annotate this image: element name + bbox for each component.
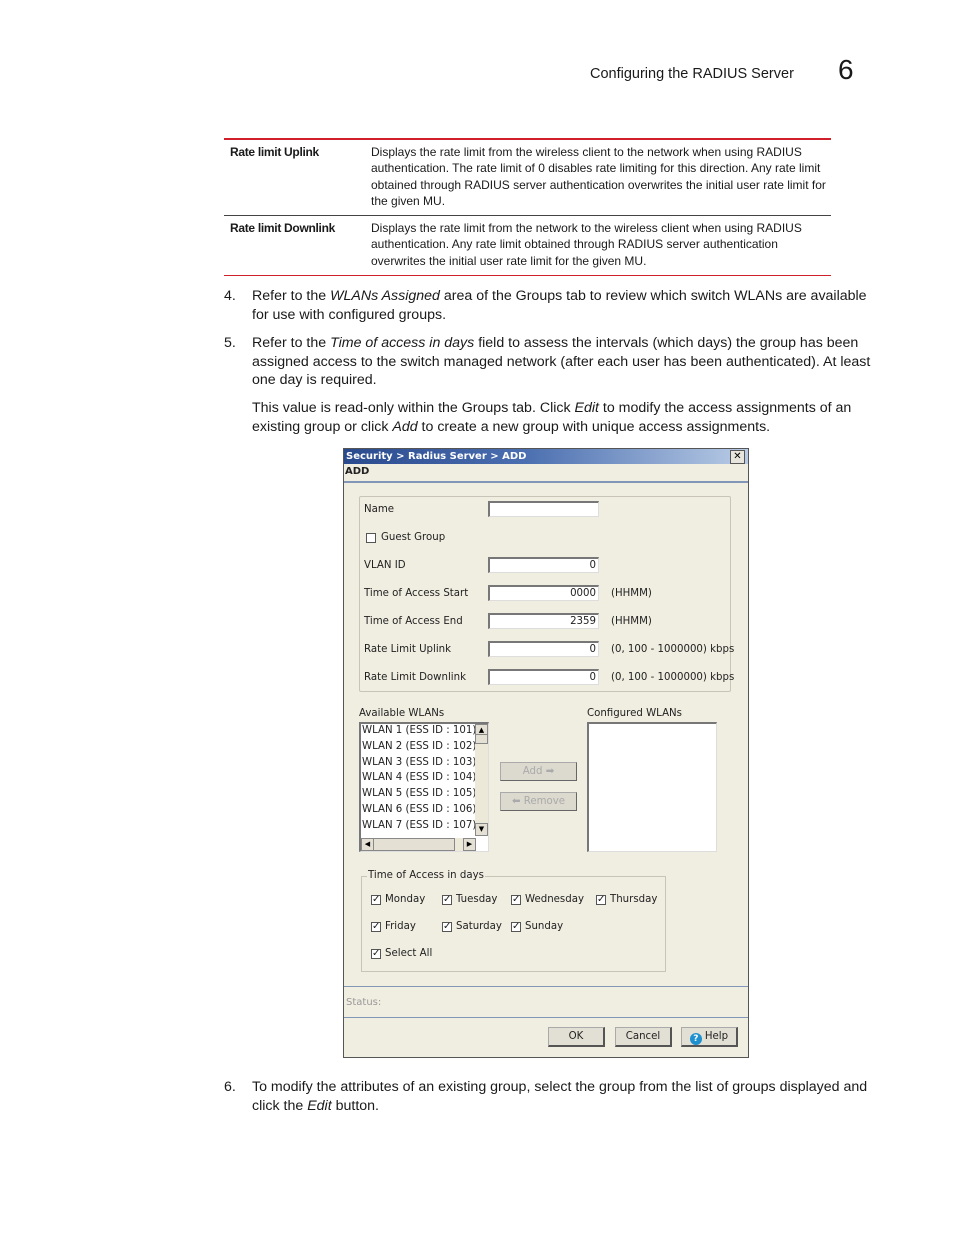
list-item[interactable]: WLAN 1 (ESS ID : 101) [362,725,476,736]
configured-wlans-label: Configured WLANs [587,708,682,719]
divider [344,986,748,987]
divider [344,481,748,483]
time-end-hint: (HHMM) [611,616,652,627]
status-label: Status: [346,997,382,1008]
definition-table: Rate limit Uplink Displays the rate limi… [224,138,831,277]
help-label: Help [704,1031,729,1042]
list-item[interactable]: WLAN 2 (ESS ID : 102) [362,741,476,752]
close-icon[interactable]: ✕ [730,450,745,464]
step-text: Refer to the WLANs Assigned area of the … [252,287,874,324]
vlan-id-label: VLAN ID [364,560,406,571]
scroll-thumb[interactable] [475,734,488,744]
wednesday-checkbox[interactable]: ✓ [511,895,521,905]
emphasis: Add [392,418,418,435]
text-run: Refer to the [252,288,331,304]
step-number: 4. [224,288,236,304]
emphasis: Edit [307,1097,332,1114]
rate-uplink-label: Rate Limit Uplink [364,644,452,655]
vlan-id-input[interactable]: 0 [488,557,599,573]
select-all-checkbox[interactable]: ✓ [371,949,381,959]
step-5-note: This value is read-only within the Group… [252,399,877,436]
dialog-title-bar: Security > Radius Server > ADD ✕ [344,449,748,464]
time-start-label: Time of Access Start [364,588,469,599]
vertical-scrollbar[interactable]: ▲ ▼ [475,724,488,836]
monday-label: Monday [385,894,426,905]
available-wlans-label: Available WLANs [359,708,445,719]
time-end-label: Time of Access End [364,616,463,627]
divider [344,1017,748,1018]
days-legend: Time of Access in days [367,870,485,881]
rate-uplink-hint: (0, 100 - 1000000) kbps [611,644,735,655]
dialog-title: Security > Radius Server > ADD [346,451,527,462]
scroll-thumb[interactable] [373,838,455,851]
tuesday-checkbox[interactable]: ✓ [442,895,452,905]
add-group-dialog: Security > Radius Server > ADD ✕ ADD Nam… [343,448,749,1058]
table-term: Rate limit Uplink [230,145,319,159]
section-title: Configuring the RADIUS Server [590,66,794,82]
text-run: Refer to the [252,335,331,351]
text-run: This value is read-only within the Group… [252,400,575,416]
help-button[interactable]: ? Help [681,1027,738,1047]
table-term: Rate limit Downlink [230,221,335,236]
available-wlans-list[interactable]: WLAN 1 (ESS ID : 101) WLAN 2 (ESS ID : 1… [359,722,489,852]
step-number: 6. [224,1079,236,1095]
sunday-label: Sunday [525,921,564,932]
list-item[interactable]: WLAN 3 (ESS ID : 103) [362,757,476,768]
wednesday-label: Wednesday [525,894,584,905]
thursday-label: Thursday [610,894,658,905]
friday-label: Friday [385,921,416,932]
step-text: Refer to the Time of access in days fiel… [252,334,874,390]
chapter-number: 6 [838,54,854,85]
rate-downlink-hint: (0, 100 - 1000000) kbps [611,672,735,683]
step-text: To modify the attributes of an existing … [252,1078,874,1115]
dialog-subtitle: ADD [345,466,370,477]
name-input[interactable] [488,501,599,517]
saturday-checkbox[interactable]: ✓ [442,922,452,932]
rate-uplink-input[interactable]: 0 [488,641,599,657]
text-run: to create a new group with unique access… [417,418,771,435]
emphasis: WLANs Assigned [330,288,440,304]
emphasis: Edit [574,400,599,416]
horizontal-scrollbar[interactable]: ◀ ▶ [361,838,476,851]
list-item[interactable]: WLAN 5 (ESS ID : 105) [362,788,476,799]
text-run: button. [331,1097,379,1114]
remove-wlan-button[interactable]: ⬅ Remove [500,792,577,811]
ok-button[interactable]: OK [548,1027,605,1047]
scroll-right-icon[interactable]: ▶ [463,838,476,851]
add-wlan-button[interactable]: Add ➡ [500,762,577,781]
step-5: 5. Refer to the Time of access in days f… [224,334,874,390]
scroll-down-icon[interactable]: ▼ [475,823,488,836]
thursday-checkbox[interactable]: ✓ [596,895,606,905]
tuesday-label: Tuesday [456,894,498,905]
rate-downlink-label: Rate Limit Downlink [364,672,466,683]
table-row: Rate limit Uplink Displays the rate limi… [224,140,831,215]
monday-checkbox[interactable]: ✓ [371,895,381,905]
time-end-input[interactable]: 2359 [488,613,599,629]
step-6: 6. To modify the attributes of an existi… [224,1078,874,1115]
list-item[interactable]: WLAN 6 (ESS ID : 106) [362,804,476,815]
time-start-input[interactable]: 0000 [488,585,599,601]
time-start-hint: (HHMM) [611,588,652,599]
guest-group-label: Guest Group [381,532,446,543]
select-all-label: Select All [385,948,433,959]
emphasis: Time of access in days [330,335,475,351]
guest-group-checkbox[interactable] [366,533,376,543]
rate-downlink-input[interactable]: 0 [488,669,599,685]
list-item[interactable]: WLAN 4 (ESS ID : 104) [362,772,476,783]
table-description: Displays the rate limit from the network… [371,221,802,268]
configured-wlans-list[interactable] [587,722,717,852]
step-number: 5. [224,335,236,351]
friday-checkbox[interactable]: ✓ [371,922,381,932]
cancel-button[interactable]: Cancel [615,1027,672,1047]
name-label: Name [364,504,395,515]
help-icon: ? [689,1033,702,1045]
table-description: Displays the rate limit from the wireles… [371,145,826,208]
step-4: 4. Refer to the WLANs Assigned area of t… [224,287,874,324]
saturday-label: Saturday [456,921,502,932]
list-item[interactable]: WLAN 7 (ESS ID : 107) [362,820,476,831]
table-row: Rate limit Downlink Displays the rate li… [224,215,831,275]
sunday-checkbox[interactable]: ✓ [511,922,521,932]
